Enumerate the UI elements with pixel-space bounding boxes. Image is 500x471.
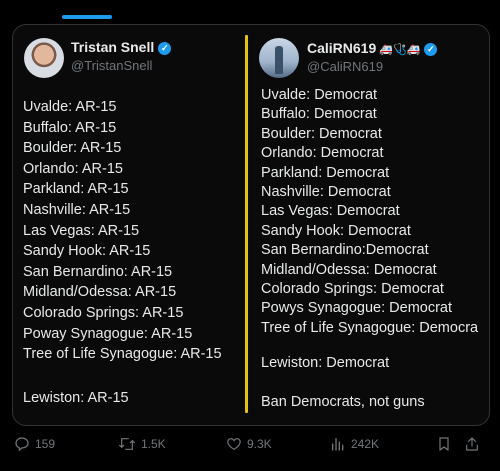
tweet-text-line: Ban Democrats, not guns <box>261 394 425 410</box>
bookmark-icon <box>439 437 449 451</box>
author-handle[interactable]: @CaliRN619 <box>307 59 383 74</box>
author-name[interactable]: Tristan Snell ✓ <box>71 39 172 55</box>
tweet-text-line: Poway Synagogue: AR-15 <box>23 325 193 342</box>
ambulance-emoji-icon: 🚑🩺🚑 <box>379 43 421 56</box>
active-tab-indicator <box>62 15 112 19</box>
views-icon <box>332 438 344 451</box>
reply-count: 159 <box>35 437 56 451</box>
tweet-text-line: Powys Synagogue: Democrat <box>261 300 453 317</box>
tweet-text-line: Boulder: AR-15 <box>23 140 122 157</box>
tweet-text-line: Lewiston: AR-15 <box>23 390 129 406</box>
tweet-text-list: Uvalde: AR-15 Buffalo: AR-15 Boulder: AR-1… <box>23 97 222 365</box>
repost-button[interactable]: 1.5K <box>118 434 166 454</box>
tweet-text-line: Nashville: AR-15 <box>23 201 131 218</box>
tweet-text-line: Buffalo: AR-15 <box>23 119 117 136</box>
reply-icon <box>15 437 29 452</box>
tweet-text-line: Orlando: Democrat <box>261 145 384 162</box>
share-button[interactable] <box>464 434 485 454</box>
tweet-text-line: Buffalo: Democrat <box>261 106 377 123</box>
bookmark-button[interactable] <box>436 434 457 454</box>
tweet-text-list: Uvalde: Democrat Buffalo: Democrat Boulder… <box>261 86 478 338</box>
repost-icon <box>119 438 135 450</box>
author-name-text: CaliRN619 <box>307 40 377 56</box>
author-name[interactable]: CaliRN619 🚑🩺🚑 ✓ <box>307 40 438 56</box>
tweet-text-line: Colorado Springs: Democrat <box>261 280 444 297</box>
like-icon <box>227 438 241 451</box>
tweet-text-line: Parkland: Democrat <box>261 164 390 181</box>
top-tab-bar <box>0 0 500 22</box>
tweet-text-line: San Bernardino: AR-15 <box>23 263 173 280</box>
tweet-text-line: Parkland: AR-15 <box>23 181 129 198</box>
tweet-text-line: Nashville: Democrat <box>261 183 391 200</box>
share-icon <box>466 437 478 451</box>
tweet-text-line: Las Vegas: Democrat <box>261 203 400 220</box>
tweet-text-line: Sandy Hook: Democrat <box>261 222 411 239</box>
tweet-text-line: Sandy Hook: AR-15 <box>23 243 151 260</box>
views-button[interactable]: 242K <box>330 434 379 454</box>
reply-button[interactable]: 159 <box>14 434 55 454</box>
tweet-text-line: Boulder: Democrat <box>261 125 382 142</box>
like-count: 9.3K <box>247 437 272 451</box>
yellow-divider <box>245 35 248 413</box>
tweet-text-line: Lewiston: Democrat <box>261 355 390 371</box>
tweet-text-line: Las Vegas: AR-15 <box>23 222 140 239</box>
tweet-text-line: Uvalde: Democrat <box>261 87 378 103</box>
statue-of-liberty-icon <box>275 46 283 74</box>
author-name-text: Tristan Snell <box>71 39 155 55</box>
like-button[interactable]: 9.3K <box>226 434 272 454</box>
views-count: 242K <box>351 437 380 451</box>
tweet-action-bar: 159 1.5K 9.3K 242K <box>0 428 500 458</box>
avatar[interactable] <box>24 38 64 78</box>
tweet-text-line: Tree of Life Synagogue: Democra <box>261 319 479 336</box>
tweet-text-line: Midland/Odessa: AR-15 <box>23 284 177 301</box>
tweet-text-line: Midland/Odessa: Democrat <box>261 261 437 278</box>
repost-count: 1.5K <box>141 437 166 451</box>
tweet-text-line: Uvalde: AR-15 <box>23 99 117 115</box>
tweet-text-line: Colorado Springs: AR-15 <box>23 304 184 321</box>
embedded-image-card[interactable]: Tristan Snell ✓ @TristanSnell Uvalde: AR-… <box>12 24 490 426</box>
tweet-text-line: Orlando: AR-15 <box>23 160 123 177</box>
avatar[interactable] <box>259 38 299 78</box>
tweet-text-line: San Bernardino:Democrat <box>261 242 429 259</box>
tweet-text-line: Tree of Life Synagogue: AR-15 <box>23 346 222 363</box>
author-handle[interactable]: @TristanSnell <box>71 58 152 73</box>
verified-icon: ✓ <box>158 41 172 55</box>
verified-icon: ✓ <box>424 42 438 56</box>
